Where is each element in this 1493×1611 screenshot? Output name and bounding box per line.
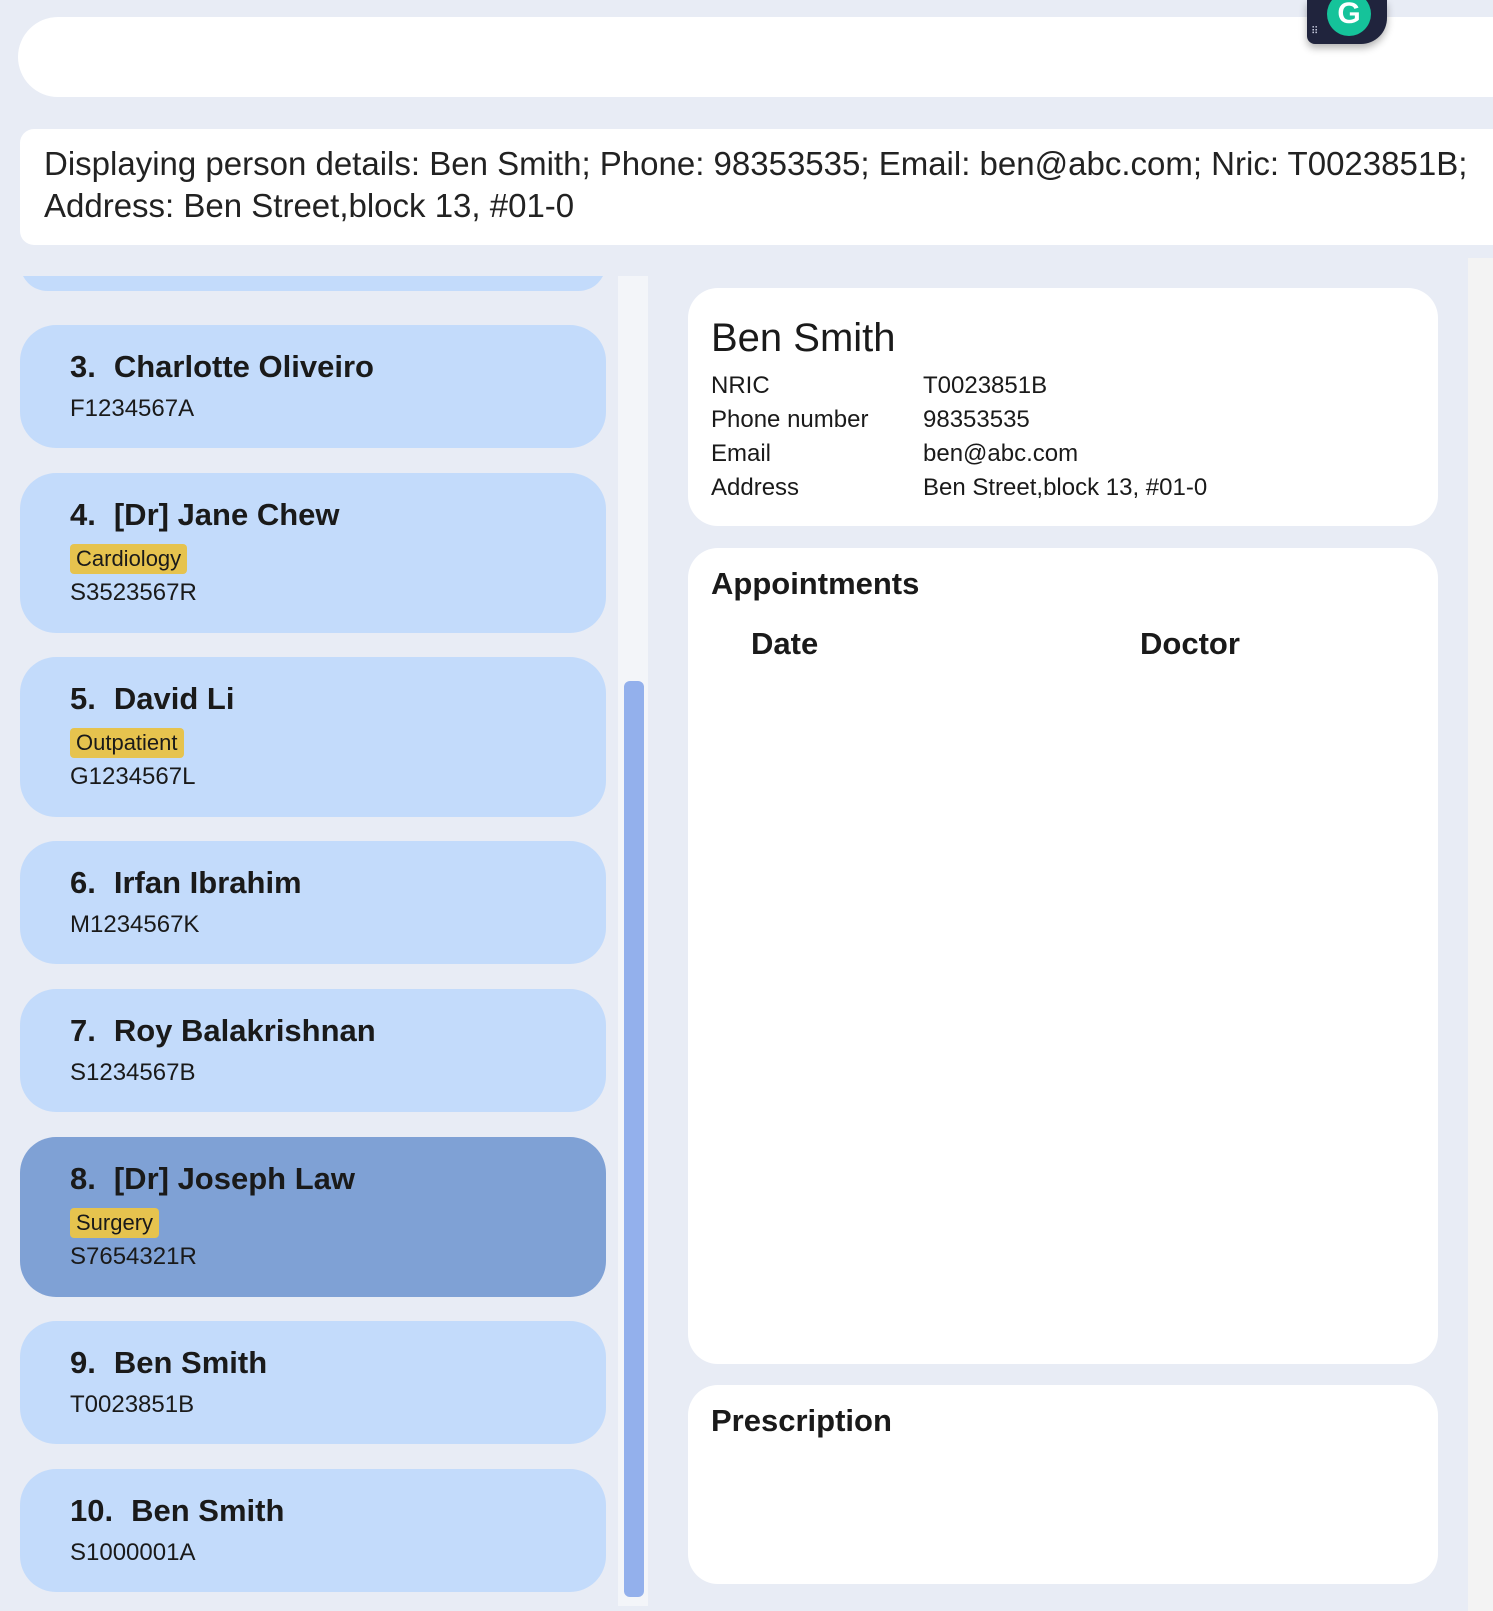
person-name: 4. [Dr] Jane Chew (70, 497, 340, 532)
appointments-title: Appointments (711, 566, 920, 601)
person-name: 5. David Li (70, 681, 235, 716)
person-name: 6. Irfan Ibrahim (70, 865, 302, 900)
person-card[interactable]: 9. Ben Smith T0023851B (20, 1321, 606, 1444)
column-header-date: Date (751, 626, 819, 661)
tag-badge: Cardiology (70, 544, 188, 574)
person-card[interactable]: 3. Charlotte Oliveiro F1234567A (20, 325, 606, 448)
details-row-address: Address Ben Street,block 13, #01-0 (711, 474, 1208, 501)
person-nric: S3523567R (70, 579, 197, 606)
person-nric: S7654321R (70, 1243, 197, 1270)
person-card[interactable]: 8. [Dr] Joseph Law Surgery S7654321R (20, 1137, 606, 1297)
command-input[interactable] (18, 17, 1493, 97)
person-nric: T0023851B (70, 1391, 195, 1418)
tag-badge: Surgery (70, 1208, 160, 1238)
person-name: 7. Roy Balakrishnan (70, 1013, 376, 1048)
person-card[interactable]: 6. Irfan Ibrahim M1234567K (20, 841, 606, 964)
column-header-doctor: Doctor (1140, 626, 1240, 661)
details-row-phone: Phone number 98353535 (711, 406, 1030, 433)
details-row-email: Email ben@abc.com (711, 440, 1079, 467)
grammarly-logo: G (1327, 0, 1371, 36)
appointments-panel: Appointments Date Doctor (688, 548, 1438, 1364)
person-card[interactable]: 4. [Dr] Jane Chew Cardiology S3523567R (20, 473, 606, 633)
result-text: Displaying person details: Ben Smith; Ph… (44, 145, 1468, 224)
person-card[interactable]: 7. Roy Balakrishnan S1234567B (20, 989, 606, 1112)
person-name: 3. Charlotte Oliveiro (70, 349, 374, 384)
details-row-nric: NRIC T0023851B (711, 372, 1048, 399)
right-edge-panel (1468, 258, 1493, 1611)
details-name: Ben Smith (711, 316, 896, 360)
prescription-panel: Prescription (688, 1385, 1438, 1584)
grammarly-icon[interactable]: G ⠿ (1307, 0, 1387, 44)
tag-badge: Outpatient (70, 728, 184, 758)
person-details-panel: Ben Smith NRIC T0023851B Phone number 9835… (688, 288, 1438, 526)
person-name: 10. Ben Smith (70, 1493, 285, 1528)
person-name: 8. [Dr] Joseph Law (70, 1161, 356, 1196)
person-nric: F1234567A (70, 395, 195, 422)
scrollbar-thumb[interactable] (624, 681, 644, 1597)
result-display: Displaying person details: Ben Smith; Ph… (20, 129, 1493, 245)
drag-handle-icon[interactable]: ⠿ (1311, 27, 1318, 37)
person-list[interactable]: 3. Charlotte Oliveiro F1234567A 4. [Dr] Jane… (0, 276, 620, 1611)
person-nric: S1000001A (70, 1539, 196, 1566)
person-card[interactable]: 5. David Li Outpatient G1234567L (20, 657, 606, 817)
person-nric: S1234567B (70, 1059, 196, 1086)
person-name: 9. Ben Smith (70, 1345, 268, 1380)
person-card[interactable]: 10. Ben Smith S1000001A (20, 1469, 606, 1592)
person-nric: M1234567K (70, 911, 200, 938)
prescription-title: Prescription (711, 1403, 892, 1438)
person-card-partial[interactable] (20, 276, 606, 291)
person-nric: G1234567L (70, 763, 196, 790)
